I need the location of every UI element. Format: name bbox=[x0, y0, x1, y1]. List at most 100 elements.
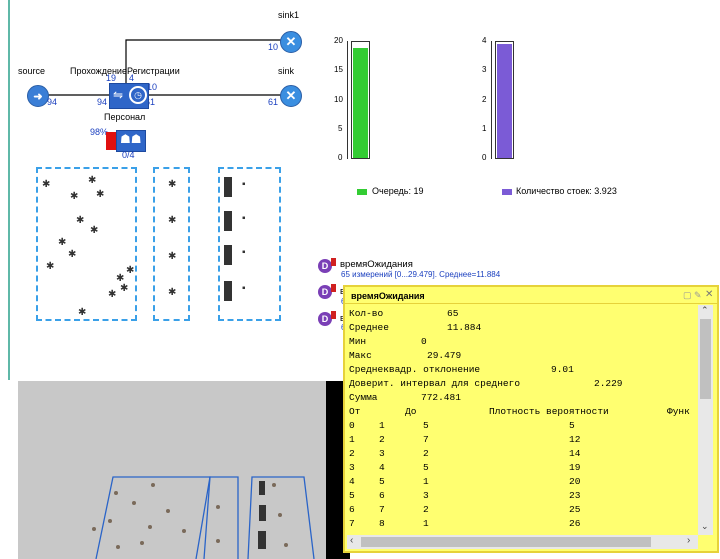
y-tick: 3 bbox=[482, 65, 487, 74]
stat-key: Сумма bbox=[349, 392, 378, 403]
scroll-thumb[interactable] bbox=[361, 537, 651, 547]
hist-cumulative: 25 bbox=[569, 504, 581, 515]
desk bbox=[224, 211, 232, 231]
pedestrian-icon: ✱ bbox=[42, 179, 51, 190]
desks-bar-frame bbox=[495, 41, 514, 159]
stat-key: Среднеквадр. отклонение bbox=[349, 364, 481, 375]
hist-cumulative: 5 bbox=[569, 420, 575, 431]
scroll-down-icon[interactable]: ⌄ bbox=[701, 521, 709, 532]
service-desks-area: ▪ ▪ ▪ ▪ bbox=[218, 167, 281, 321]
service-icon: ⇋ bbox=[113, 88, 124, 102]
pedestrian-icon: ✱ bbox=[108, 289, 117, 300]
y-tick: 4 bbox=[482, 36, 487, 45]
pedestrian-icon: ✱ bbox=[68, 249, 77, 260]
stats-bars-icon bbox=[331, 258, 336, 266]
pedestrian-icon: ✱ bbox=[96, 189, 105, 200]
stats-object-icon[interactable]: D bbox=[318, 259, 332, 273]
table-row: Сумма 772.481 bbox=[349, 391, 694, 405]
registration-proc-count: 4 bbox=[129, 73, 135, 83]
pedestrian-icon: ▪ bbox=[242, 213, 246, 224]
sink1-count: 10 bbox=[268, 42, 279, 52]
stats-item-summary: 65 измерений [0...29.479]. Среднее=11.88… bbox=[341, 270, 501, 279]
close-icon: ✕ bbox=[285, 34, 297, 49]
vertical-scrollbar[interactable]: ⌃ ⌄ bbox=[698, 305, 713, 535]
column-header: До bbox=[405, 406, 417, 417]
pedestrian-icon: ✱ bbox=[88, 175, 97, 186]
table-row: Макс 29.479 bbox=[349, 349, 694, 363]
waiting-area: ✱ ✱ ✱ ✱ bbox=[153, 167, 190, 321]
pedestrian-icon: ✱ bbox=[46, 261, 55, 272]
hist-cumulative: 19 bbox=[569, 462, 581, 473]
desk bbox=[224, 245, 232, 265]
column-header: От bbox=[349, 406, 361, 417]
stat-value: 11.884 bbox=[447, 322, 482, 333]
y-axis bbox=[347, 41, 348, 159]
edit-icon[interactable]: ✎ bbox=[694, 290, 702, 301]
y-tick: 0 bbox=[338, 153, 343, 162]
stat-value: 65 bbox=[447, 308, 459, 319]
registration-service-block[interactable]: ⇋ ◷ bbox=[109, 83, 149, 109]
stat-value: 9.01 bbox=[551, 364, 574, 375]
scroll-thumb[interactable] bbox=[700, 319, 711, 399]
stats-bars-icon bbox=[331, 284, 336, 292]
staff-ratio: 0/4 bbox=[122, 150, 135, 160]
people-icon: ☗☗ bbox=[120, 132, 142, 146]
hist-cumulative: 23 bbox=[569, 490, 581, 501]
table-row: 1 2 7 12 bbox=[349, 433, 694, 447]
sink1-node[interactable]: ✕ bbox=[280, 31, 302, 53]
queue-area: ✱ ✱ ✱ ✱ ✱ ✱ ✱ ✱ ✱ ✱ ✱ ✱ ✱ ✱ bbox=[36, 167, 137, 321]
desk bbox=[224, 281, 232, 301]
pedestrian-icon: ✱ bbox=[168, 251, 177, 262]
hist-from: 5 bbox=[349, 490, 355, 501]
pedestrian-icon: ✱ bbox=[90, 225, 99, 236]
hist-from: 7 bbox=[349, 518, 355, 529]
close-icon[interactable]: ✕ bbox=[705, 289, 713, 300]
table-row: Среднее 11.884 bbox=[349, 321, 694, 335]
sink-label: sink bbox=[278, 66, 295, 76]
3d-floor-lines bbox=[92, 476, 315, 559]
legend-swatch-queue bbox=[357, 189, 367, 195]
pedestrian-icon: ▪ bbox=[242, 247, 246, 258]
hist-to: 7 bbox=[379, 504, 385, 515]
y-tick: 0 bbox=[482, 153, 487, 162]
stats-object-icon[interactable]: D bbox=[318, 285, 332, 299]
queue-bar bbox=[353, 48, 368, 158]
hist-density: 7 bbox=[423, 434, 429, 445]
pedestrian-icon: ✱ bbox=[70, 191, 79, 202]
stats-object-icon[interactable]: D bbox=[318, 312, 332, 326]
source-node[interactable]: ➜ bbox=[27, 85, 49, 107]
stat-key: Кол-во bbox=[349, 308, 384, 319]
table-row: Мин 0 bbox=[349, 335, 694, 349]
window-title-bar-line bbox=[345, 303, 717, 304]
hist-from: 2 bbox=[349, 448, 355, 459]
hist-to: 5 bbox=[379, 476, 385, 487]
hist-to: 1 bbox=[379, 420, 385, 431]
staff-resource-pool[interactable]: ☗☗ bbox=[116, 130, 146, 152]
stat-value: 772.481 bbox=[421, 392, 461, 403]
scroll-right-icon[interactable]: › bbox=[687, 535, 690, 546]
horizontal-scrollbar[interactable]: ‹ › bbox=[347, 535, 698, 549]
table-row: 7 8 1 26 bbox=[349, 517, 694, 531]
staff-utilization-indicator bbox=[106, 132, 116, 150]
scroll-up-icon[interactable]: ⌃ bbox=[701, 305, 709, 316]
hist-density: 5 bbox=[423, 420, 429, 431]
hist-from: 3 bbox=[349, 462, 355, 473]
table-row: Кол-во 65 bbox=[349, 307, 694, 321]
table-row: 6 7 2 25 bbox=[349, 503, 694, 517]
hist-density: 2 bbox=[423, 448, 429, 459]
arrow-right-icon: ➜ bbox=[33, 91, 43, 103]
hist-density: 1 bbox=[423, 518, 429, 529]
stats-inspect-window[interactable]: времяОжидания ▢ ✎ ✕ Кол-во 65 Среднее 11.8… bbox=[343, 285, 719, 553]
scroll-left-icon[interactable]: ‹ bbox=[350, 535, 353, 546]
stat-value: 2.229 bbox=[594, 378, 623, 389]
resize-icon[interactable]: ▢ bbox=[683, 290, 692, 301]
hist-cumulative: 14 bbox=[569, 448, 581, 459]
table-row: 3 4 5 19 bbox=[349, 461, 694, 475]
sink-node[interactable]: ✕ bbox=[280, 85, 302, 107]
y-tick: 1 bbox=[482, 124, 487, 133]
desks-chart: 4 3 2 1 0 bbox=[472, 32, 532, 162]
table-row: 2 3 2 14 bbox=[349, 447, 694, 461]
pedestrian-icon: ✱ bbox=[168, 179, 177, 190]
hist-cumulative: 20 bbox=[569, 476, 581, 487]
pedestrian-icon: ✱ bbox=[78, 307, 87, 318]
